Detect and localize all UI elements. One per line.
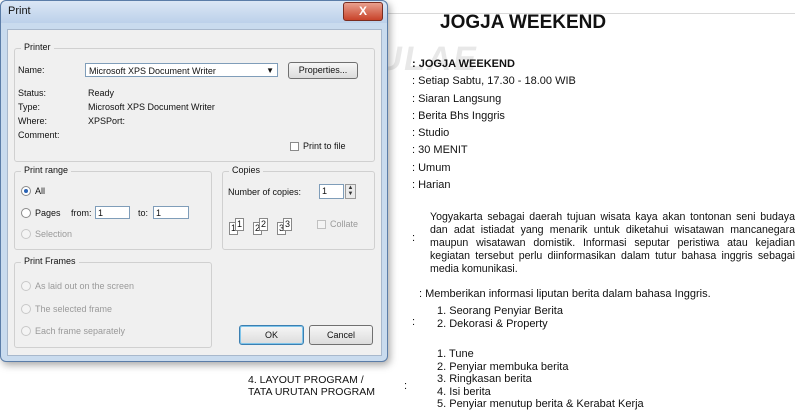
frames-each-radio <box>21 326 31 336</box>
copies-input[interactable]: 1 <box>319 184 344 199</box>
print-to-file-label[interactable]: Print to file <box>303 141 346 151</box>
list-item: 1. Tune <box>437 348 474 360</box>
list-item: 4. Isi berita <box>437 385 491 398</box>
to-label: to: <box>138 208 149 218</box>
type-value: Microsoft XPS Document Writer <box>88 102 215 112</box>
chevron-down-icon: ▼ <box>266 66 274 75</box>
comment-label: Comment: <box>18 130 60 140</box>
frames-as-laid-out-radio <box>21 281 31 291</box>
dialog-body: Printer Name: Microsoft XPS Document Wri… <box>7 29 382 356</box>
info-line: : Siaran Langsung <box>412 92 502 105</box>
name-label: Name: <box>18 65 45 75</box>
number-of-copies-label: Number of copies: <box>228 187 302 197</box>
colon-mark: : <box>412 232 416 244</box>
from-page-input[interactable]: 1 <box>95 206 130 219</box>
print-frames-group: Print Frames As laid out on the screen T… <box>14 256 212 348</box>
ok-button[interactable]: OK <box>239 325 304 345</box>
document-title: JOGJA WEEKEND <box>440 12 607 33</box>
page-icon: 2 <box>259 218 268 231</box>
frames-selected-radio <box>21 304 31 314</box>
page-icon: 1 <box>235 218 244 231</box>
all-radio[interactable] <box>21 186 31 196</box>
program-info-list: : JOGJA WEEKEND : Setiap Sabtu, 17.30 - … <box>412 56 576 194</box>
layout-label-line: 4. LAYOUT PROGRAM / <box>248 374 364 386</box>
print-to-file-checkbox[interactable] <box>290 142 299 151</box>
list-item: 2. Penyiar membuka berita <box>437 360 569 373</box>
page-icon: 3 <box>283 218 292 231</box>
selection-label: Selection <box>35 229 73 239</box>
printer-name-select[interactable]: Microsoft XPS Document Writer ▼ <box>85 63 278 77</box>
support-list: 1. Seorang Penyiar Berita 2. Dekorasi & … <box>437 305 563 330</box>
print-range-group: Print range All Pages from: 1 to: 1 Sele… <box>14 165 212 250</box>
frames-as-laid-out-label: As laid out on the screen <box>35 281 135 291</box>
dialog-titlebar[interactable]: Print X <box>1 1 387 23</box>
printer-name-value: Microsoft XPS Document Writer <box>89 66 216 76</box>
description-paragraph: Yogyakarta sebagai daerah tujuan wisata … <box>430 211 795 275</box>
print-range-group-title: Print range <box>21 165 72 175</box>
type-label: Type: <box>18 102 41 112</box>
collate-checkbox <box>317 220 326 229</box>
printer-group: Printer Name: Microsoft XPS Document Wri… <box>14 42 375 162</box>
status-value: Ready <box>88 88 115 98</box>
selection-radio <box>21 229 31 239</box>
close-button[interactable]: X <box>343 2 383 21</box>
objective-text: : Memberikan informasi liputan berita da… <box>419 288 711 300</box>
info-line: : Berita Bhs Inggris <box>412 109 505 122</box>
to-page-input[interactable]: 1 <box>153 206 189 219</box>
info-line: : Studio <box>412 127 450 140</box>
copies-spinner[interactable]: ▲ ▼ <box>345 184 356 199</box>
colon-mark: : <box>412 316 416 328</box>
frames-each-label: Each frame separately <box>35 326 126 336</box>
info-line: : 30 MENIT <box>412 144 468 157</box>
copies-group: Copies Number of copies: 1 ▲ ▼ 1 1 2 2 3 … <box>222 165 375 250</box>
print-frames-group-title: Print Frames <box>21 256 79 266</box>
pages-radio[interactable] <box>21 208 31 218</box>
program-order-list: 1. Tune 2. Penyiar membuka berita 3. Rin… <box>437 348 644 411</box>
list-item: 5. Penyiar menutup berita & Kerabat Kerj… <box>437 398 644 410</box>
pages-label[interactable]: Pages <box>35 208 61 218</box>
info-line: : Umum <box>412 161 451 174</box>
close-icon: X <box>358 4 367 18</box>
info-line: : JOGJA WEEKEND <box>412 58 515 70</box>
list-item: 3. Ringkasan berita <box>437 373 532 385</box>
collate-label: Collate <box>330 219 359 229</box>
info-line: : Setiap Sabtu, 17.30 - 18.00 WIB <box>412 75 576 88</box>
status-label: Status: <box>18 88 47 98</box>
all-label[interactable]: All <box>35 186 45 196</box>
layout-label-line: TATA URUTAN PROGRAM <box>248 386 375 398</box>
info-line: : Harian <box>412 179 451 192</box>
dialog-title: Print <box>8 5 31 17</box>
layout-program-label: 4. LAYOUT PROGRAM / TATA URUTAN PROGRAM <box>248 374 375 398</box>
frames-selected-label: The selected frame <box>35 304 113 314</box>
cancel-button[interactable]: Cancel <box>309 325 373 345</box>
where-label: Where: <box>18 116 48 126</box>
from-label: from: <box>71 208 92 218</box>
printer-group-title: Printer <box>21 42 54 52</box>
where-value: XPSPort: <box>88 116 126 126</box>
list-item: 2. Dekorasi & Property <box>437 317 548 330</box>
copies-group-title: Copies <box>229 165 264 175</box>
colon-mark: : <box>404 380 408 392</box>
print-dialog: Print X Printer Name: Microsoft XPS Docu… <box>0 0 388 362</box>
properties-button[interactable]: Properties... <box>288 62 358 79</box>
list-item: 1. Seorang Penyiar Berita <box>437 305 563 317</box>
